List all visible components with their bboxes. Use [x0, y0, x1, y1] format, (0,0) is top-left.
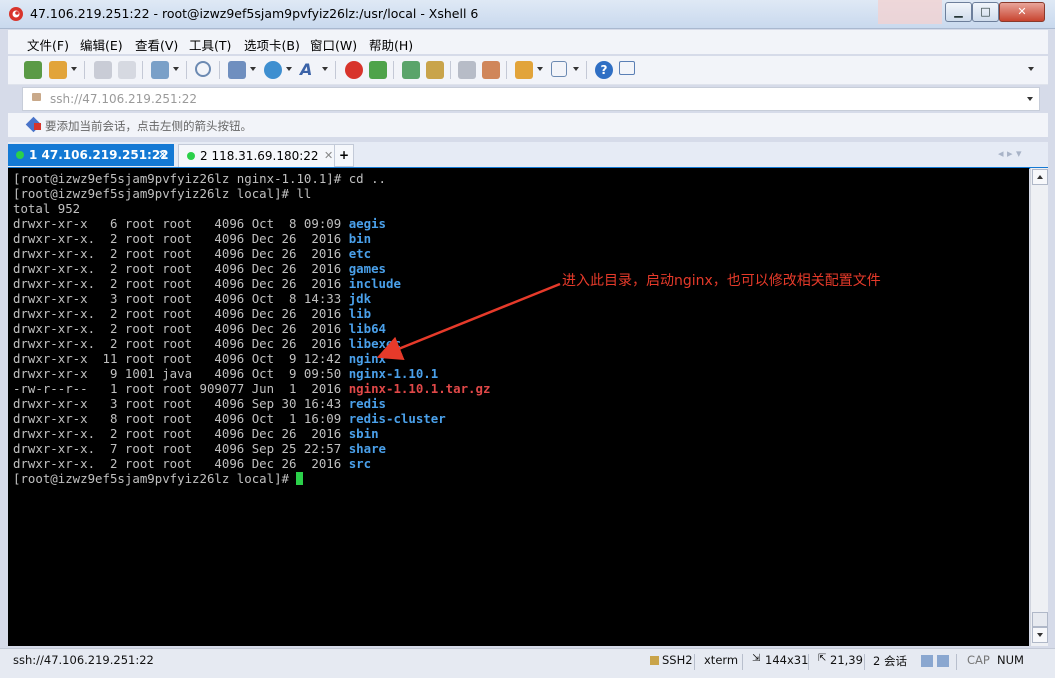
address-bar[interactable]: ssh://47.106.219.251:22: [22, 87, 1040, 111]
lock-icon[interactable]: [426, 61, 444, 79]
status-cursor-pos: 21,39: [830, 653, 863, 667]
status-separator: [694, 654, 695, 670]
status-separator: [956, 654, 957, 670]
properties-dropdown-arrow-icon[interactable]: [173, 67, 179, 71]
scroll-up-button[interactable]: [1032, 169, 1048, 185]
terminal-output[interactable]: [root@izwz9ef5sjam9pvfyiz26lz nginx-1.10…: [8, 168, 1029, 646]
toolbar-separator: [393, 61, 394, 79]
tab-close-icon[interactable]: ✕: [324, 149, 333, 162]
menu-bar: 文件(F) 编辑(E) 查看(V) 工具(T) 选项卡(B) 窗口(W) 帮助(…: [8, 30, 1048, 54]
globe-icon[interactable]: [264, 61, 282, 79]
layout-dropdown-arrow-icon[interactable]: [573, 67, 579, 71]
help-icon[interactable]: ?: [595, 61, 613, 79]
chat-icon[interactable]: [619, 61, 635, 75]
menu-help[interactable]: 帮助(H): [369, 35, 413, 54]
minimize-button[interactable]: ▁: [945, 2, 972, 22]
hint-text: 要添加当前会话，点击左侧的箭头按钮。: [45, 119, 252, 133]
status-bar: ssh://47.106.219.251:22 SSH2 xterm ⇲ 144…: [0, 648, 1055, 678]
toolbar-separator: [142, 61, 143, 79]
menu-edit[interactable]: 编辑(E): [80, 35, 123, 54]
toolbar-overflow-arrow-icon[interactable]: [1028, 67, 1034, 71]
tab-session-1[interactable]: 1 47.106.219.251:22 ✕: [8, 144, 174, 166]
title-bar: 47.106.219.251:22 - root@izwz9ef5sjam9pv…: [0, 0, 1055, 29]
status-size: 144x31: [765, 653, 809, 667]
menu-window[interactable]: 窗口(W): [310, 35, 357, 54]
session-tab-bar: 1 47.106.219.251:22 ✕ 2 118.31.69.180:22…: [8, 142, 1048, 169]
menu-tools[interactable]: 工具(T): [189, 35, 231, 54]
layout-icon[interactable]: [551, 61, 567, 77]
compose-icon[interactable]: [515, 61, 533, 79]
highlight-icon[interactable]: [482, 61, 500, 79]
status-connection: ssh://47.106.219.251:22: [13, 653, 154, 667]
status-separator: [742, 654, 743, 670]
globe-dropdown-arrow-icon[interactable]: [286, 67, 292, 71]
tab-session-2[interactable]: 2 118.31.69.180:22 ✕: [178, 144, 344, 167]
terminal-scrollbar[interactable]: [1030, 168, 1048, 646]
size-icon: ⇲: [752, 653, 761, 664]
new-session-icon[interactable]: [24, 61, 42, 79]
properties-icon[interactable]: [151, 61, 169, 79]
toolbar-separator: [450, 61, 451, 79]
annotation-arrow: [376, 282, 561, 360]
tab-label: 2 118.31.69.180:22: [200, 149, 319, 163]
find-icon[interactable]: [195, 61, 211, 77]
title-highlight: [878, 0, 942, 24]
new-tab-button[interactable]: +: [334, 144, 354, 167]
address-dropdown-arrow-icon[interactable]: [1027, 97, 1033, 101]
disconnect-icon[interactable]: [118, 61, 136, 79]
fullscreen-icon[interactable]: [402, 61, 420, 79]
lock-icon: [32, 93, 41, 101]
xmanager-icon[interactable]: [369, 61, 387, 79]
toolbar: A ?: [8, 56, 1048, 85]
toolbar-separator: [506, 61, 507, 79]
window-border: [1048, 30, 1055, 648]
close-button[interactable]: ✕: [999, 2, 1045, 22]
scroll-down-button[interactable]: [1032, 627, 1048, 643]
lock-icon: [650, 656, 659, 665]
status-sessions: 2 会话: [873, 654, 907, 668]
menu-view[interactable]: 查看(V): [135, 35, 178, 54]
font-icon[interactable]: A: [300, 61, 318, 79]
tab-navigation-arrows[interactable]: ◂ ▸ ▾: [998, 147, 1022, 160]
status-caps: CAP: [967, 653, 990, 667]
xftp-icon[interactable]: [345, 61, 363, 79]
hint-bar: 要添加当前会话，点击左侧的箭头按钮。: [8, 113, 1048, 137]
bookmark-arrow-icon: [34, 123, 41, 130]
arrow-up-icon[interactable]: [921, 655, 933, 667]
compose-dropdown-arrow-icon[interactable]: [537, 67, 543, 71]
toolbar-separator: [186, 61, 187, 79]
menu-tabs[interactable]: 选项卡(B): [244, 35, 300, 54]
toolbar-separator: [586, 61, 587, 79]
status-separator: [864, 654, 865, 670]
address-input[interactable]: ssh://47.106.219.251:22: [50, 92, 197, 106]
status-num: NUM: [997, 653, 1024, 667]
transfer-icon[interactable]: [228, 61, 246, 79]
chevron-down-icon: [1037, 633, 1043, 637]
connected-status-icon: [16, 151, 24, 159]
transfer-dropdown-arrow-icon[interactable]: [250, 67, 256, 71]
open-dropdown-arrow-icon[interactable]: [71, 67, 77, 71]
annotation-text: 进入此目录，启动nginx，也可以修改相关配置文件: [562, 273, 881, 289]
chevron-up-icon: [1037, 175, 1043, 179]
toolbar-separator: [219, 61, 220, 79]
toolbar-separator: [335, 61, 336, 79]
keyboard-icon[interactable]: [458, 61, 476, 79]
scrollbar-thumb[interactable]: [1032, 612, 1048, 627]
status-term: xterm: [704, 653, 739, 667]
open-folder-icon[interactable]: [49, 61, 67, 79]
cursor-pos-icon: ⇱: [818, 653, 827, 664]
xshell-logo-icon: [9, 7, 23, 21]
font-dropdown-arrow-icon[interactable]: [322, 67, 328, 71]
status-separator: [808, 654, 809, 670]
tab-close-icon[interactable]: ✕: [158, 148, 167, 161]
connected-status-icon: [187, 152, 195, 160]
arrow-down-icon[interactable]: [937, 655, 949, 667]
menu-file[interactable]: 文件(F): [27, 35, 69, 54]
maximize-button[interactable]: □: [972, 2, 999, 22]
tab-label: 1 47.106.219.251:22: [29, 148, 169, 162]
status-protocol: SSH2: [662, 653, 693, 667]
toolbar-separator: [84, 61, 85, 79]
window-title: 47.106.219.251:22 - root@izwz9ef5sjam9pv…: [30, 6, 479, 21]
reconnect-icon[interactable]: [94, 61, 112, 79]
